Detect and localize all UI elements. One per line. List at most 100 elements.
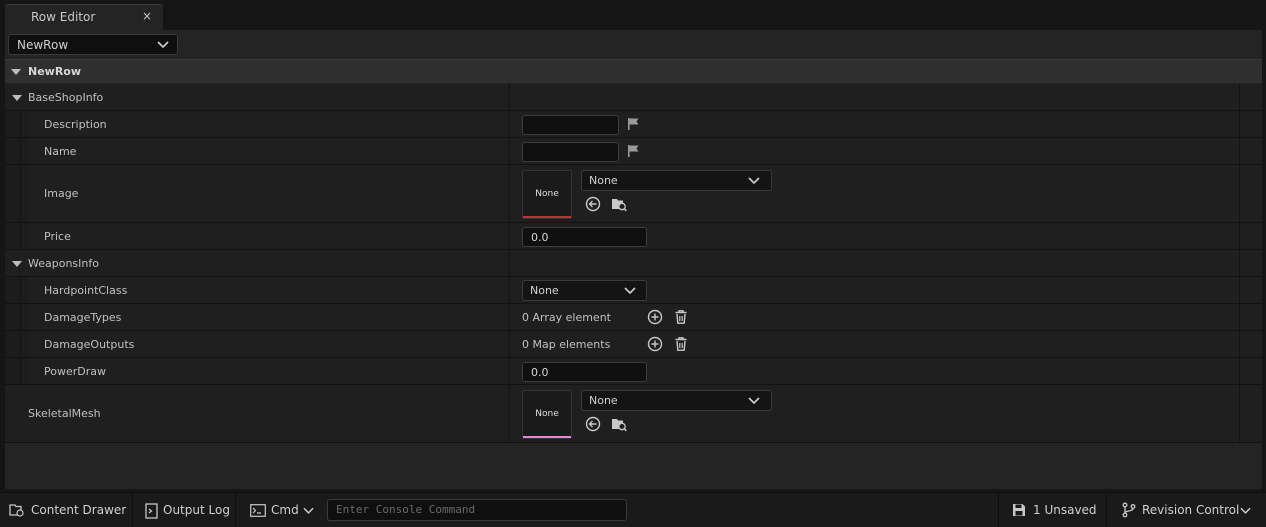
property-row-price: Price 0.0 (5, 223, 1262, 250)
content-drawer-icon (9, 504, 24, 517)
group-row-baseshopinfo[interactable]: BaseShopInfo (5, 84, 1262, 111)
row-gutter (5, 385, 21, 442)
price-input[interactable]: 0.0 (522, 227, 647, 247)
hardpoint-class-value: None (530, 284, 559, 297)
value-cell: 0.0 (509, 223, 1239, 249)
name-cell: Image (28, 165, 508, 222)
chevron-down-icon (1240, 507, 1251, 514)
chevron-down-icon (748, 397, 760, 405)
cmd-label: Cmd (271, 503, 299, 517)
power-draw-input[interactable]: 0.0 (522, 362, 647, 382)
property-label: Description (44, 118, 107, 131)
category-header-newrow[interactable]: NewRow (5, 59, 1262, 83)
hardpoint-class-dropdown[interactable]: None (522, 280, 647, 301)
flag-icon[interactable] (626, 144, 640, 158)
browse-icon[interactable] (611, 196, 627, 212)
property-row-hardpointclass: HardpointClass None (5, 277, 1262, 304)
console-command-input[interactable]: Enter Console Command (327, 499, 627, 521)
row-gutter-inner (21, 165, 28, 222)
price-value: 0.0 (531, 231, 549, 244)
mesh-thumbnail[interactable]: None (522, 390, 572, 439)
row-gutter (5, 223, 21, 249)
image-asset-value: None (589, 174, 618, 187)
end-cell (1239, 138, 1262, 164)
category-title: NewRow (28, 65, 82, 78)
tab-title: Row Editor (31, 10, 96, 24)
collapse-arrow-icon[interactable] (12, 261, 22, 267)
browse-icon[interactable] (611, 416, 627, 432)
row-gutter (5, 277, 21, 303)
property-label: SkeletalMesh (28, 407, 101, 420)
row-gutter-inner (21, 223, 28, 249)
name-cell: WeaponsInfo (21, 250, 508, 276)
row-editor-panel: NewRow NewRow BaseShopInfo Description N… (5, 30, 1262, 489)
property-row-image: Image None None (5, 165, 1262, 223)
collapse-arrow-icon[interactable] (11, 69, 21, 75)
unsaved-button[interactable]: 1 Unsaved (998, 493, 1107, 527)
unsaved-label: 1 Unsaved (1033, 503, 1097, 517)
thumbnail-accent (523, 216, 571, 218)
value-cell: None (509, 277, 1239, 303)
add-icon[interactable] (647, 336, 663, 352)
image-thumbnail[interactable]: None (522, 170, 572, 219)
row-gutter (5, 111, 21, 137)
use-selected-icon[interactable] (585, 416, 601, 432)
value-cell (509, 111, 1239, 137)
property-row-name: Name (5, 138, 1262, 165)
value-cell: 0 Array element (509, 304, 1239, 330)
description-input[interactable] (522, 115, 619, 135)
mesh-asset-dropdown[interactable]: None (581, 390, 772, 411)
flag-icon[interactable] (626, 117, 640, 131)
value-cell: None None (509, 385, 1239, 442)
trash-icon[interactable] (673, 309, 689, 325)
name-input[interactable] (522, 142, 619, 162)
thumbnail-label: None (535, 409, 559, 419)
row-selector-value: NewRow (17, 38, 69, 52)
name-cell: DamageTypes (28, 304, 508, 330)
tab-bar: Row Editor × (0, 0, 1266, 30)
revision-control-button[interactable]: Revision Control (1108, 493, 1266, 527)
property-row-skeletalmesh: SkeletalMesh None None (5, 385, 1262, 443)
group-row-weaponsinfo[interactable]: WeaponsInfo (5, 250, 1262, 277)
cmd-button[interactable]: Cmd (240, 493, 322, 527)
row-gutter-inner (21, 111, 28, 137)
value-cell (509, 250, 1239, 276)
name-cell: Description (28, 111, 508, 137)
mesh-asset-value: None (589, 394, 618, 407)
damage-types-count: 0 Array element (522, 311, 611, 324)
chevron-down-icon (624, 287, 636, 295)
collapse-arrow-icon[interactable] (12, 95, 22, 101)
row-gutter (5, 138, 21, 164)
end-cell (1239, 277, 1262, 303)
value-cell (509, 138, 1239, 164)
property-label: PowerDraw (44, 365, 106, 378)
output-log-label: Output Log (163, 503, 230, 517)
image-asset-dropdown[interactable]: None (581, 170, 772, 191)
property-label: DamageOutputs (44, 338, 135, 351)
name-cell: HardpointClass (28, 277, 508, 303)
end-cell (1239, 331, 1262, 357)
trash-icon[interactable] (673, 336, 689, 352)
row-gutter-inner (21, 138, 28, 164)
console-placeholder: Enter Console Command (336, 503, 476, 516)
property-row-description: Description (5, 111, 1262, 138)
save-icon (1013, 504, 1025, 516)
property-row-damageoutputs: DamageOutputs 0 Map elements (5, 331, 1262, 358)
content-drawer-label: Content Drawer (31, 503, 127, 517)
use-selected-icon[interactable] (585, 196, 601, 212)
property-label: Name (44, 145, 77, 158)
content-drawer-button[interactable]: Content Drawer (0, 493, 133, 527)
name-cell: SkeletalMesh (21, 385, 508, 442)
property-row-powerdraw: PowerDraw 0.0 (5, 358, 1262, 385)
close-icon[interactable]: × (142, 9, 152, 23)
revision-control-label: Revision Control (1142, 503, 1240, 517)
name-cell: Price (28, 223, 508, 249)
add-icon[interactable] (647, 309, 663, 325)
tab-row-editor[interactable]: Row Editor × (5, 4, 163, 30)
row-gutter (5, 358, 21, 384)
name-cell: Name (28, 138, 508, 164)
chevron-down-icon (303, 507, 314, 514)
output-log-button[interactable]: Output Log (134, 493, 236, 527)
thumbnail-accent (523, 436, 571, 438)
row-selector-dropdown[interactable]: NewRow (8, 34, 178, 55)
